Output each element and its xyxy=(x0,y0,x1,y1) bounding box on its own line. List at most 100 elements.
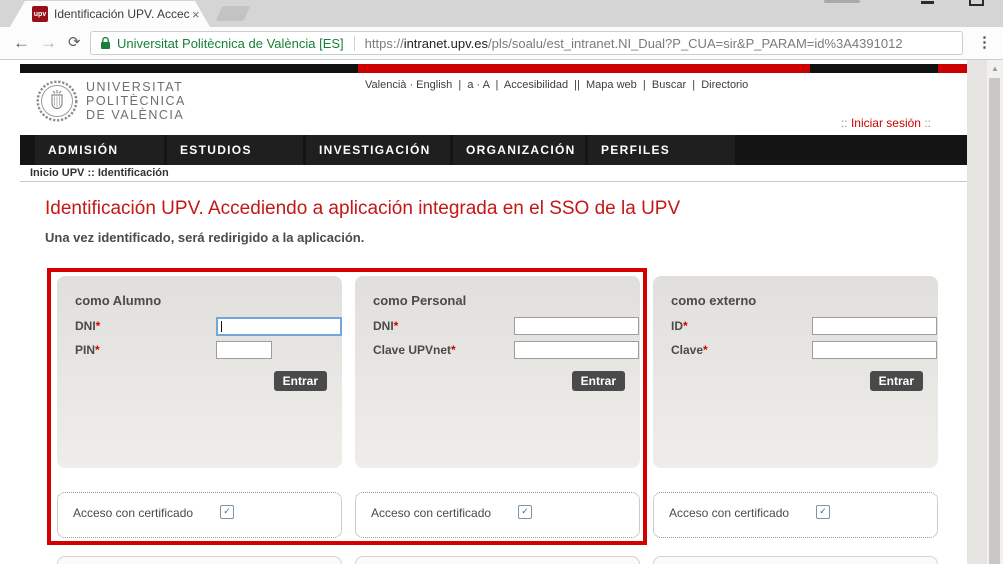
session-colons: :: xyxy=(841,116,851,130)
scrollbar-up-icon[interactable]: ▲ xyxy=(987,64,1003,73)
upv-logo[interactable]: UNIVERSITAT POLITÈCNICA DE VALÈNCIA xyxy=(36,80,186,122)
new-tab-button[interactable] xyxy=(216,6,251,21)
cert-checkbox-icon[interactable]: ✓ xyxy=(518,505,532,519)
browser-tab[interactable]: upv Identificación UPV. Accec × xyxy=(10,1,210,27)
menu-kebab-icon[interactable]: ⋮ xyxy=(977,33,992,51)
maximize-icon[interactable] xyxy=(969,0,984,6)
page-title: Identificación UPV. Accediendo a aplicac… xyxy=(45,198,680,220)
personal-clave-input[interactable] xyxy=(514,341,639,359)
separator: | xyxy=(637,79,652,91)
next-row-panel-edge xyxy=(653,556,938,564)
tab-strip: upv Identificación UPV. Accec × xyxy=(0,0,1003,27)
minimize-icon[interactable] xyxy=(921,1,934,4)
nav-item-investigacion[interactable]: INVESTIGACIÓN xyxy=(306,135,450,165)
alumno-pin-label: PIN* xyxy=(75,343,100,357)
cert-box-personal: Acceso con certificado ✓ xyxy=(355,492,640,538)
url-text[interactable]: https://intranet.upv.es/pls/soalu/est_in… xyxy=(365,36,903,51)
browser-toolbar: ← → ⟳ Universitat Politècnica de Valènci… xyxy=(0,27,1003,60)
cert-checkbox-icon[interactable]: ✓ xyxy=(220,505,234,519)
window-title-remnant xyxy=(824,0,860,3)
main-nav: ADMISIÓN ESTUDIOS INVESTIGACIÓN ORGANIZA… xyxy=(20,135,967,165)
separator: | xyxy=(686,79,701,91)
url-divider xyxy=(354,36,355,51)
secure-lock-icon xyxy=(100,36,111,50)
tab-title: Identificación UPV. Accec xyxy=(54,7,190,21)
cert-box-externo: Acceso con certificado ✓ xyxy=(653,492,938,538)
required-asterisk: * xyxy=(96,319,101,333)
next-row-panel-edge xyxy=(355,556,640,564)
url-scheme: https:// xyxy=(365,36,404,51)
iniciar-sesion-link[interactable]: Iniciar sesión xyxy=(851,116,921,130)
page-content: UNIVERSITAT POLITÈCNICA DE VALÈNCIA Vale… xyxy=(0,60,1003,564)
cert-link-personal[interactable]: Acceso con certificado xyxy=(371,506,491,520)
url-path: /pls/soalu/est_intranet.NI_Dual?P_CUA=si… xyxy=(488,36,903,51)
alumno-dni-label: DNI* xyxy=(75,319,100,333)
link-valencia[interactable]: Valencià xyxy=(365,79,406,91)
text-caret xyxy=(221,321,222,332)
personal-clave-label: Clave UPVnet* xyxy=(373,343,456,357)
personal-dni-label: DNI* xyxy=(373,319,398,333)
nav-item-perfiles[interactable]: PERFILES xyxy=(588,135,735,165)
forward-icon[interactable]: → xyxy=(40,30,57,56)
upv-logo-text: UNIVERSITAT POLITÈCNICA DE VALÈNCIA xyxy=(86,80,186,122)
scrollbar[interactable]: ▲ xyxy=(987,60,1003,564)
header-strip-black xyxy=(20,64,358,73)
session-colons: :: xyxy=(921,116,931,130)
upv-favicon-icon: upv xyxy=(32,6,48,22)
externo-clave-input[interactable] xyxy=(812,341,937,359)
back-icon[interactable]: ← xyxy=(13,30,30,56)
secure-site-name[interactable]: Universitat Politècnica de València [ES] xyxy=(117,36,344,51)
header-strip-red xyxy=(938,64,967,73)
entrar-button-externo[interactable]: Entrar xyxy=(870,371,923,391)
address-bar[interactable]: Universitat Politècnica de València [ES]… xyxy=(90,31,963,55)
cert-box-alumno: Acceso con certificado ✓ xyxy=(57,492,342,538)
nav-item-organizacion[interactable]: ORGANIZACIÓN xyxy=(453,135,585,165)
panel-title-personal: como Personal xyxy=(373,293,466,308)
panel-title-alumno: como Alumno xyxy=(75,293,161,308)
personal-dni-input[interactable] xyxy=(514,317,639,335)
link-english[interactable]: English xyxy=(416,79,452,91)
required-asterisk: * xyxy=(95,343,100,357)
required-asterisk: * xyxy=(703,343,708,357)
required-asterisk: * xyxy=(683,319,688,333)
page-right-gutter xyxy=(967,60,987,564)
cert-link-externo[interactable]: Acceso con certificado xyxy=(669,506,789,520)
breadcrumb-bar: Inicio UPV :: Identificación xyxy=(20,165,967,182)
upv-seal-icon xyxy=(36,80,78,122)
entrar-button-alumno[interactable]: Entrar xyxy=(274,371,327,391)
externo-id-label: ID* xyxy=(671,319,688,333)
link-mapa-web[interactable]: Mapa web xyxy=(586,79,637,91)
utility-links: Valencià · English | a · A | Accesibilid… xyxy=(365,79,748,91)
cert-link-alumno[interactable]: Acceso con certificado xyxy=(73,506,193,520)
externo-clave-label: Clave* xyxy=(671,343,708,357)
page-subtitle: Una vez identificado, será redirigido a … xyxy=(45,230,364,245)
browser-window: upv Identificación UPV. Accec × ← → ⟳ Un… xyxy=(0,0,1003,564)
separator: · xyxy=(473,79,482,91)
link-directorio[interactable]: Directorio xyxy=(701,79,748,91)
next-row-panel-edge xyxy=(57,556,342,564)
breadcrumb[interactable]: Inicio UPV :: Identificación xyxy=(30,167,169,179)
separator: || xyxy=(568,79,586,91)
panel-title-externo: como externo xyxy=(671,293,756,308)
reload-icon[interactable]: ⟳ xyxy=(68,30,81,56)
alumno-dni-input[interactable] xyxy=(216,317,342,336)
login-panel-alumno: como Alumno DNI* PIN* Entrar xyxy=(57,276,342,468)
externo-id-input[interactable] xyxy=(812,317,937,335)
link-buscar[interactable]: Buscar xyxy=(652,79,686,91)
nav-item-estudios[interactable]: ESTUDIOS xyxy=(167,135,303,165)
nav-item-admision[interactable]: ADMISIÓN xyxy=(35,135,164,165)
separator: | xyxy=(452,79,467,91)
login-panel-personal: como Personal DNI* Clave UPVnet* Entrar xyxy=(355,276,640,468)
cert-checkbox-icon[interactable]: ✓ xyxy=(816,505,830,519)
separator: | xyxy=(489,79,503,91)
required-asterisk: * xyxy=(394,319,399,333)
header-strip-red xyxy=(358,64,810,73)
tab-close-icon[interactable]: × xyxy=(192,8,200,21)
separator: · xyxy=(406,79,416,91)
scrollbar-thumb[interactable] xyxy=(989,78,1000,564)
link-accesibilidad[interactable]: Accesibilidad xyxy=(504,79,568,91)
header-strip-black xyxy=(810,64,938,73)
url-host: intranet.upv.es xyxy=(404,36,488,51)
entrar-button-personal[interactable]: Entrar xyxy=(572,371,625,391)
alumno-pin-input[interactable] xyxy=(216,341,272,359)
